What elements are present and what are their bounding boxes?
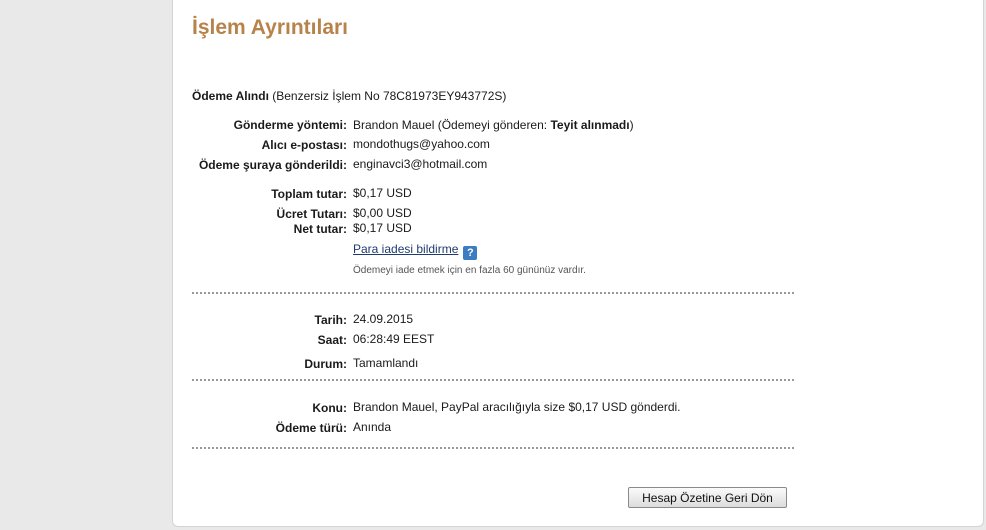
subject-label: Konu: bbox=[312, 401, 347, 415]
recipient-email-value: mondothugs@yahoo.com bbox=[353, 137, 490, 151]
fee-amount-label: Ücret Tutarı: bbox=[276, 207, 347, 221]
time-value: 06:28:49 EEST bbox=[353, 332, 435, 346]
status-label: Durum: bbox=[304, 357, 347, 371]
page-title: İşlem Ayrıntıları bbox=[192, 16, 349, 39]
payment-type-label: Ödeme türü: bbox=[275, 421, 347, 435]
net-amount-value: $0,17 USD bbox=[353, 221, 412, 235]
sent-to-label: Ödeme şuraya gönderildi: bbox=[198, 158, 347, 172]
refund-link[interactable]: Para iadesi bildirme bbox=[353, 242, 458, 256]
status-value: Tamamlandı bbox=[353, 356, 419, 370]
section-divider bbox=[192, 447, 794, 449]
transaction-id: (Benzersiz İşlem No 78C81973EY943772S) bbox=[272, 89, 507, 103]
send-method-value: Brandon Mauel (Ödemeyi gönderen: Teyit a… bbox=[353, 118, 634, 132]
time-label: Saat: bbox=[317, 333, 347, 347]
recipient-email-label: Alıcı e-postası: bbox=[261, 138, 347, 152]
section-divider bbox=[192, 379, 794, 381]
date-value: 24.09.2015 bbox=[353, 312, 414, 326]
fee-amount-value: $0,00 USD bbox=[353, 206, 412, 220]
receipt-heading: Ödeme Alındı bbox=[192, 89, 269, 103]
receipt-line: Ödeme Alındı (Benzersiz İşlem No 78C8197… bbox=[192, 89, 506, 103]
refund-row: Para iadesi bildirme? bbox=[353, 242, 478, 260]
question-icon[interactable]: ? bbox=[463, 246, 478, 260]
subject-value: Brandon Mauel, PayPal aracılığıyla size … bbox=[353, 400, 681, 414]
total-amount-value: $0,17 USD bbox=[353, 186, 412, 200]
verification-status: Teyit alınmadı bbox=[550, 118, 630, 132]
total-amount-label: Toplam tutar: bbox=[271, 187, 347, 201]
send-method-label: Gönderme yöntemi: bbox=[233, 118, 347, 132]
refund-hint: Ödemeyi iade etmek için en fazla 60 günü… bbox=[353, 265, 586, 276]
net-amount-label: Net tutar: bbox=[293, 222, 347, 236]
sender-name: Brandon Mauel (Ödemeyi gönderen: bbox=[353, 118, 551, 132]
sent-to-value: enginavci3@hotmail.com bbox=[353, 157, 488, 171]
sender-close-paren: ) bbox=[629, 118, 634, 132]
date-label: Tarih: bbox=[314, 313, 347, 327]
section-divider bbox=[192, 292, 794, 294]
payment-type-value: Anında bbox=[353, 420, 392, 434]
back-to-summary-button[interactable]: Hesap Özetine Geri Dön bbox=[628, 487, 787, 508]
